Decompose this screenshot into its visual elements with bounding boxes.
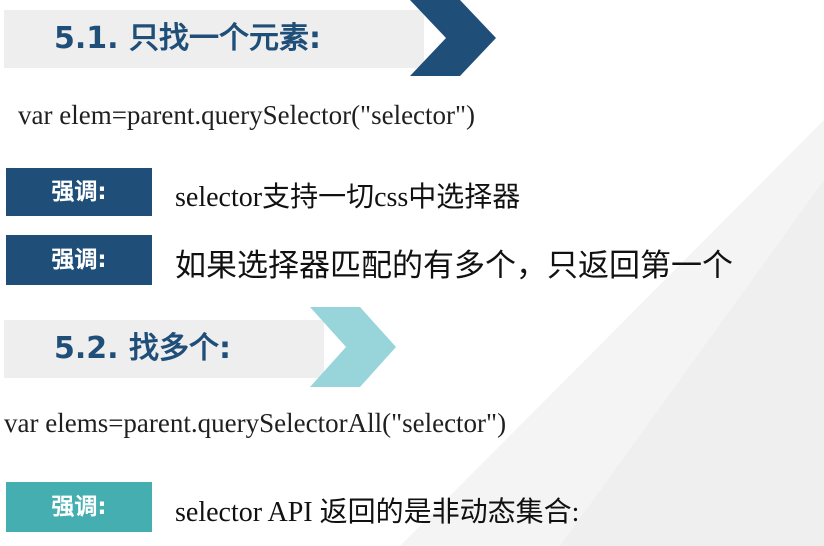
- note-text: 如果选择器匹配的有多个，只返回第一个: [175, 248, 733, 283]
- emphasis-badge: 强调:: [6, 235, 152, 285]
- code-query-selector: var elem=parent.querySelector("selector"…: [18, 100, 476, 130]
- chevron-right-icon: [310, 307, 396, 387]
- note-text: selector API 返回的是非动态集合:: [175, 497, 580, 528]
- code-query-selector-all: var elems=parent.querySelectorAll("selec…: [4, 408, 507, 438]
- emphasis-badge: 强调:: [6, 168, 152, 216]
- note-text: selector支持一切css中选择器: [175, 182, 521, 213]
- section-header-5-2: 5.2. 找多个:: [4, 320, 324, 378]
- chevron-right-icon: [410, 0, 496, 76]
- emphasis-badge: 强调:: [6, 482, 152, 532]
- section-title-5-1: 5.1. 只找一个元素:: [54, 21, 321, 56]
- section-header-5-1: 5.1. 只找一个元素:: [4, 10, 424, 68]
- section-title-5-2: 5.2. 找多个:: [54, 331, 231, 366]
